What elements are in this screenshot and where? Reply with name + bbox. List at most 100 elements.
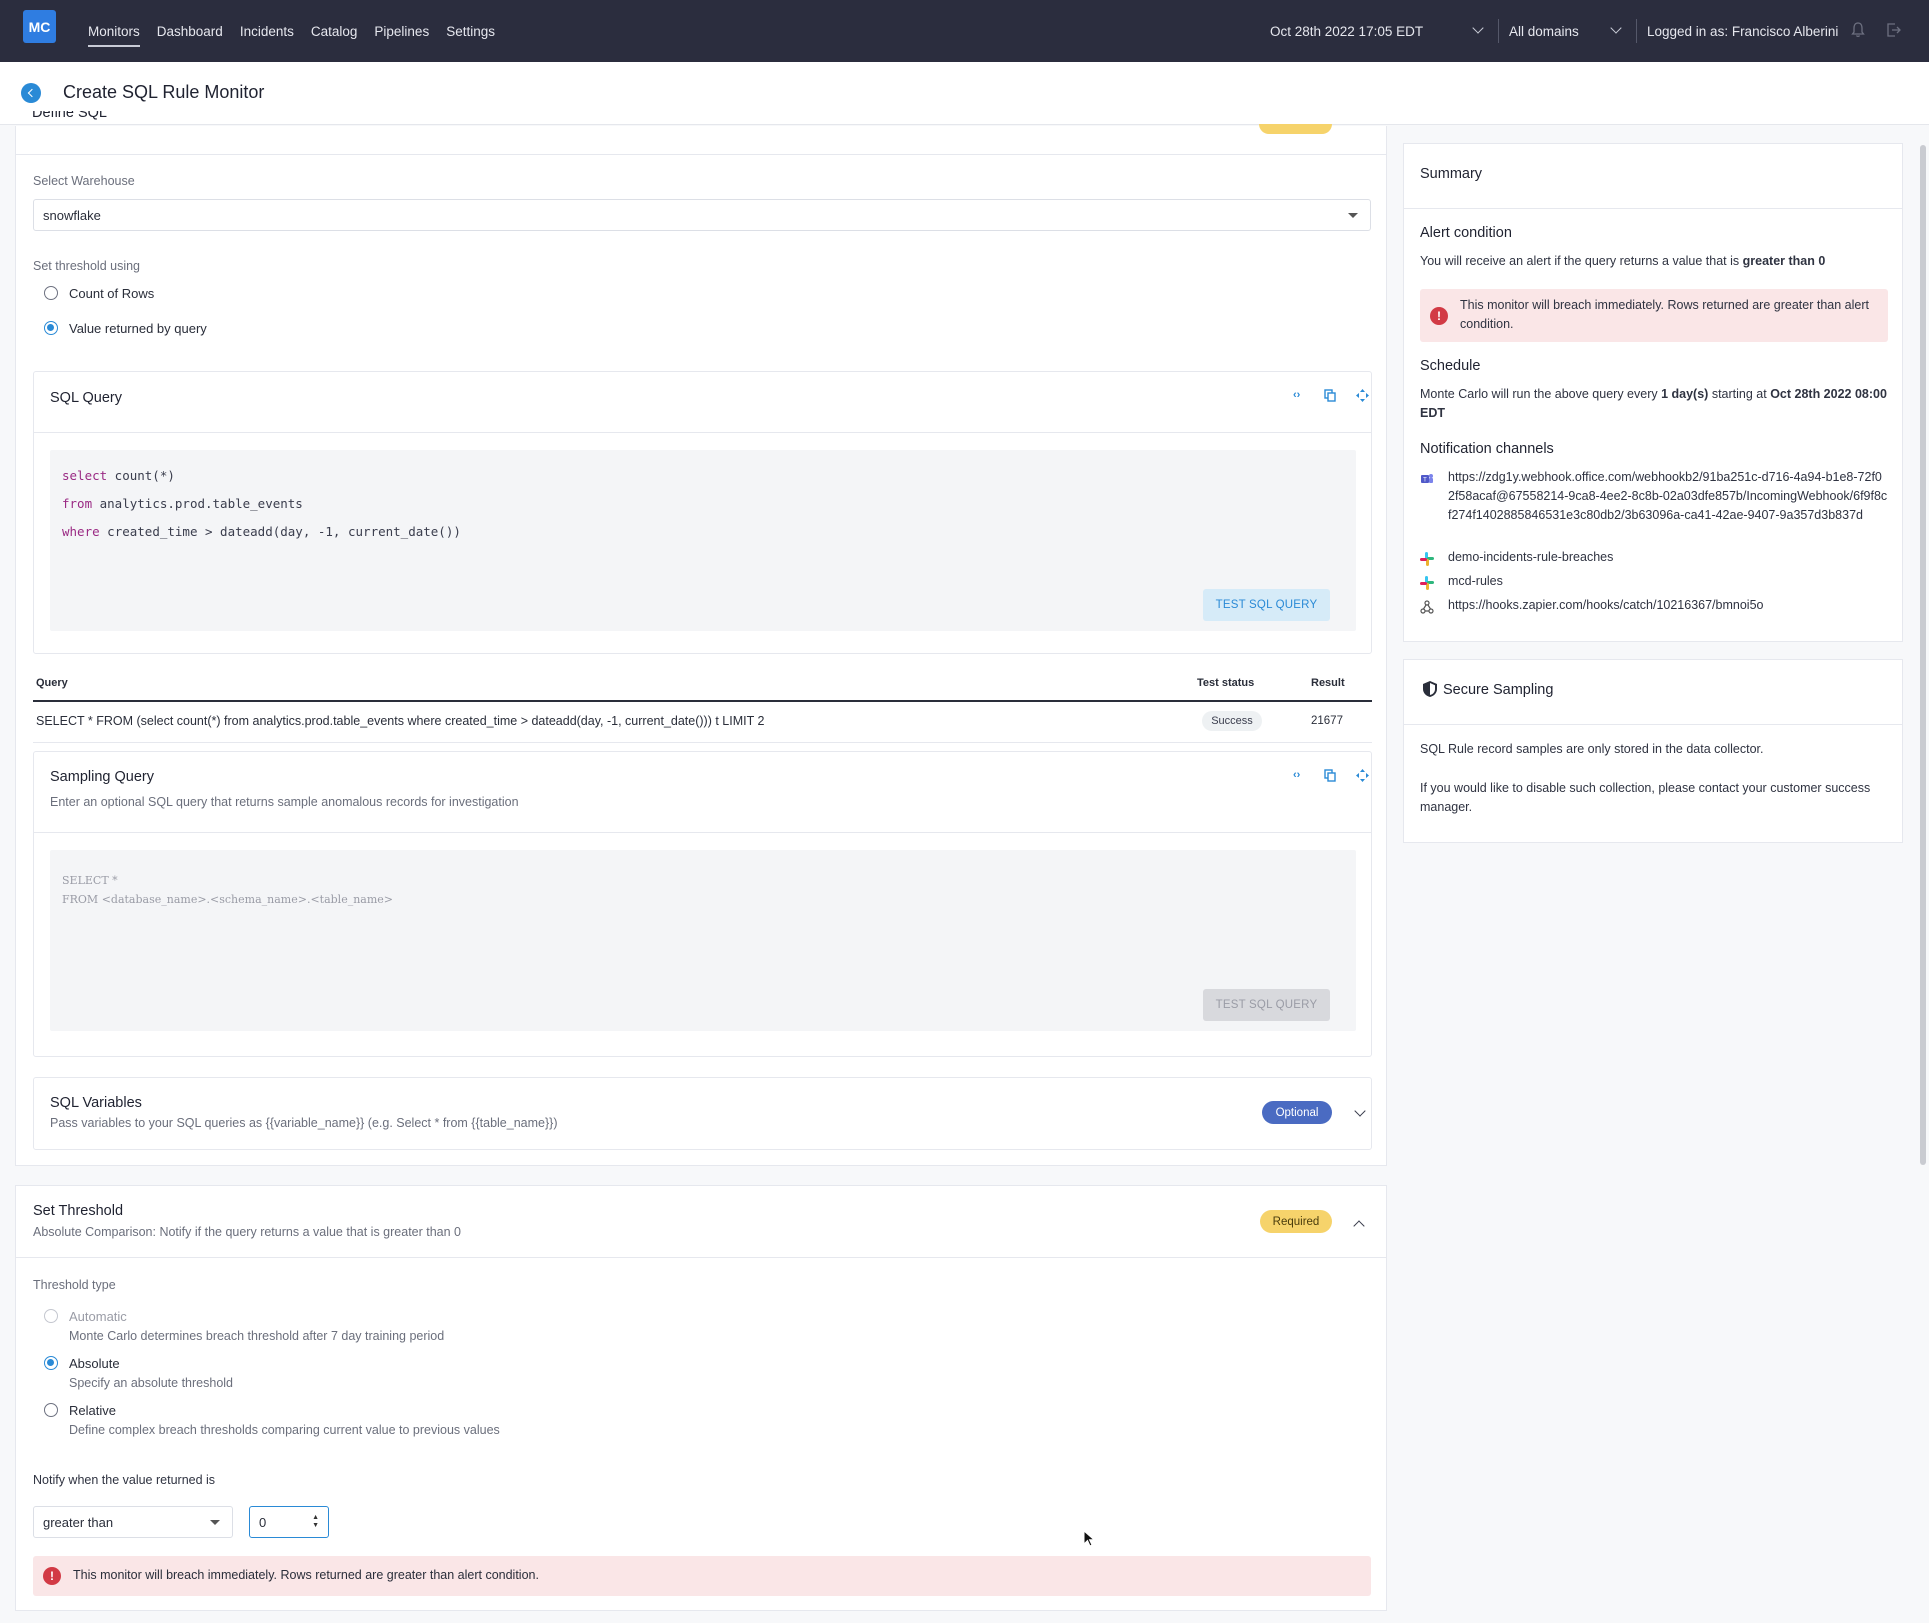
- col-test-status: Test status: [1197, 677, 1255, 689]
- sql-keyword: from: [62, 496, 93, 511]
- sql-text: created_time > dateadd(day, -1, current_…: [99, 524, 461, 539]
- caret-down-icon: [1348, 213, 1358, 218]
- copy-icon[interactable]: [1324, 769, 1336, 782]
- secure-sampling-p1: SQL Rule record samples are only stored …: [1420, 742, 1764, 756]
- radio-value-returned[interactable]: [44, 321, 58, 335]
- operator-select[interactable]: greater than: [33, 1506, 233, 1538]
- radio-count-rows[interactable]: [44, 286, 58, 300]
- nav-pipelines[interactable]: Pipelines: [374, 0, 429, 62]
- sampling-placeholder-line1: SELECT *: [62, 874, 118, 887]
- sql-editor[interactable]: select count(*) from analytics.prod.tabl…: [50, 450, 1356, 631]
- threshold-value-input[interactable]: 0 ▲ ▼: [249, 1506, 329, 1538]
- alert-condition-pre: You will receive an alert if the query r…: [1420, 254, 1743, 268]
- chevron-down-icon[interactable]: [1354, 1105, 1366, 1117]
- col-result: Result: [1311, 677, 1345, 689]
- threshold-value: 0: [259, 1514, 267, 1530]
- alert-condition-heading: Alert condition: [1420, 225, 1512, 241]
- test-sql-query-button[interactable]: TEST SQL QUERY: [1203, 589, 1330, 621]
- sampling-query-title: Sampling Query: [50, 769, 154, 785]
- sql-variables-card[interactable]: SQL Variables Pass variables to your SQL…: [33, 1077, 1372, 1150]
- nav-settings[interactable]: Settings: [446, 0, 495, 62]
- page-title: Create SQL Rule Monitor: [63, 82, 265, 102]
- define-sql-panel: Select Warehouse snowflake Set threshold…: [15, 126, 1387, 1166]
- sql-text: count(*): [107, 468, 175, 483]
- sql-keyword: select: [62, 468, 108, 483]
- sql-variables-title: SQL Variables: [50, 1095, 142, 1111]
- domains-label: All domains: [1509, 23, 1579, 39]
- option-relative: Relative: [69, 1403, 116, 1418]
- slack-icon: [1420, 552, 1434, 566]
- schedule-pre: Monte Carlo will run the above query eve…: [1420, 387, 1662, 401]
- breach-alert: ! This monitor will breach immediately. …: [33, 1556, 1371, 1596]
- warehouse-label: Select Warehouse: [33, 174, 135, 188]
- scrollbar[interactable]: [1920, 145, 1926, 1165]
- sql-keyword: where: [62, 524, 100, 539]
- result-query-cell: SELECT * FROM (select count(*) from anal…: [36, 714, 765, 728]
- test-sampling-query-button[interactable]: TEST SQL QUERY: [1203, 989, 1330, 1021]
- datetime-chevron-icon[interactable]: [1472, 22, 1484, 34]
- copy-icon[interactable]: [1324, 389, 1336, 402]
- threshold-type-label: Threshold type: [33, 1278, 116, 1292]
- code-icon[interactable]: ‹›: [1293, 769, 1300, 781]
- alert-condition-value: greater than 0: [1742, 254, 1826, 268]
- radio-absolute[interactable]: [44, 1356, 58, 1370]
- domains-chevron-icon[interactable]: [1610, 22, 1622, 34]
- user-label: Logged in as: Francisco Alberini: [1647, 23, 1839, 39]
- sql-query-card: SQL Query ‹› select count(*) from analyt…: [33, 371, 1372, 654]
- schedule-text: Monte Carlo will run the above query eve…: [1420, 385, 1895, 423]
- stepper-icon[interactable]: ▲ ▼: [312, 1514, 319, 1530]
- status-badge: Success: [1202, 711, 1262, 731]
- option-value-returned: Value returned by query: [69, 321, 207, 336]
- optional-badge: Optional: [1262, 1101, 1332, 1124]
- set-threshold-title: Set Threshold: [33, 1203, 124, 1219]
- secure-sampling-p2: If you would like to disable such collec…: [1420, 781, 1871, 814]
- option-automatic: Automatic: [69, 1309, 127, 1324]
- webhook-icon: [1420, 600, 1434, 614]
- option-absolute-desc: Specify an absolute threshold: [69, 1376, 233, 1390]
- expand-icon[interactable]: [1356, 389, 1369, 402]
- set-threshold-panel: Set Threshold Absolute Comparison: Notif…: [15, 1185, 1387, 1611]
- sampling-query-card: Sampling Query Enter an optional SQL que…: [33, 751, 1372, 1057]
- col-query: Query: [36, 677, 68, 689]
- summary-breach-text: This monitor will breach immediately. Ro…: [1460, 298, 1869, 331]
- sql-query-title: SQL Query: [50, 390, 122, 406]
- define-sql-title: Define SQL: [32, 111, 107, 121]
- summary-panel: Summary Alert condition You will receive…: [1403, 143, 1903, 642]
- nav-catalog[interactable]: Catalog: [311, 0, 358, 62]
- top-nav: MC Monitors Dashboard Incidents Catalog …: [0, 0, 1929, 62]
- warehouse-select[interactable]: snowflake: [33, 199, 1371, 231]
- channel-teams: https://zdg1y.webhook.office.com/webhook…: [1448, 470, 1888, 522]
- slack-icon: [1420, 576, 1434, 590]
- required-badge: Required: [1260, 1210, 1332, 1233]
- expand-icon[interactable]: [1356, 769, 1369, 782]
- sampling-placeholder-line2: FROM <database_name>.<schema_name>.<tabl…: [62, 893, 394, 906]
- nav-incidents[interactable]: Incidents: [240, 0, 294, 62]
- bell-icon[interactable]: [1851, 22, 1865, 38]
- page-header: Create SQL Rule Monitor: [0, 62, 1929, 125]
- sampling-editor[interactable]: SELECT * FROM <database_name>.<schema_na…: [50, 850, 1356, 1031]
- secure-sampling-title: Secure Sampling: [1443, 682, 1554, 698]
- chevron-up-icon[interactable]: [1353, 1220, 1365, 1232]
- monte-carlo-logo[interactable]: MC: [23, 10, 56, 43]
- channel-slack-1: demo-incidents-rule-breaches: [1448, 550, 1614, 564]
- datetime-picker[interactable]: Oct 28th 2022 17:05 EDT: [1270, 0, 1423, 62]
- nav-monitors[interactable]: Monitors: [88, 0, 140, 62]
- result-value: 21677: [1311, 715, 1343, 727]
- shield-icon: [1423, 681, 1437, 697]
- domains-select[interactable]: All domains: [1509, 0, 1579, 62]
- sampling-query-subtitle: Enter an optional SQL query that returns…: [50, 795, 519, 809]
- radio-relative[interactable]: [44, 1403, 58, 1417]
- logout-icon[interactable]: [1886, 22, 1902, 38]
- summary-title: Summary: [1420, 166, 1483, 182]
- back-arrow-icon[interactable]: [21, 83, 41, 103]
- radio-automatic[interactable]: [44, 1309, 58, 1323]
- sql-variables-subtitle: Pass variables to your SQL queries as {{…: [50, 1116, 558, 1130]
- summary-breach-alert: ! This monitor will breach immediately. …: [1420, 289, 1888, 342]
- option-automatic-desc: Monte Carlo determines breach threshold …: [69, 1329, 445, 1343]
- code-icon[interactable]: ‹›: [1293, 389, 1300, 401]
- set-threshold-subtitle: Absolute Comparison: Notify if the query…: [33, 1225, 462, 1239]
- notification-channels-heading: Notification channels: [1420, 441, 1554, 457]
- warehouse-value: snowflake: [43, 207, 101, 223]
- schedule-frequency: 1 day(s): [1661, 387, 1709, 401]
- nav-dashboard[interactable]: Dashboard: [157, 0, 223, 62]
